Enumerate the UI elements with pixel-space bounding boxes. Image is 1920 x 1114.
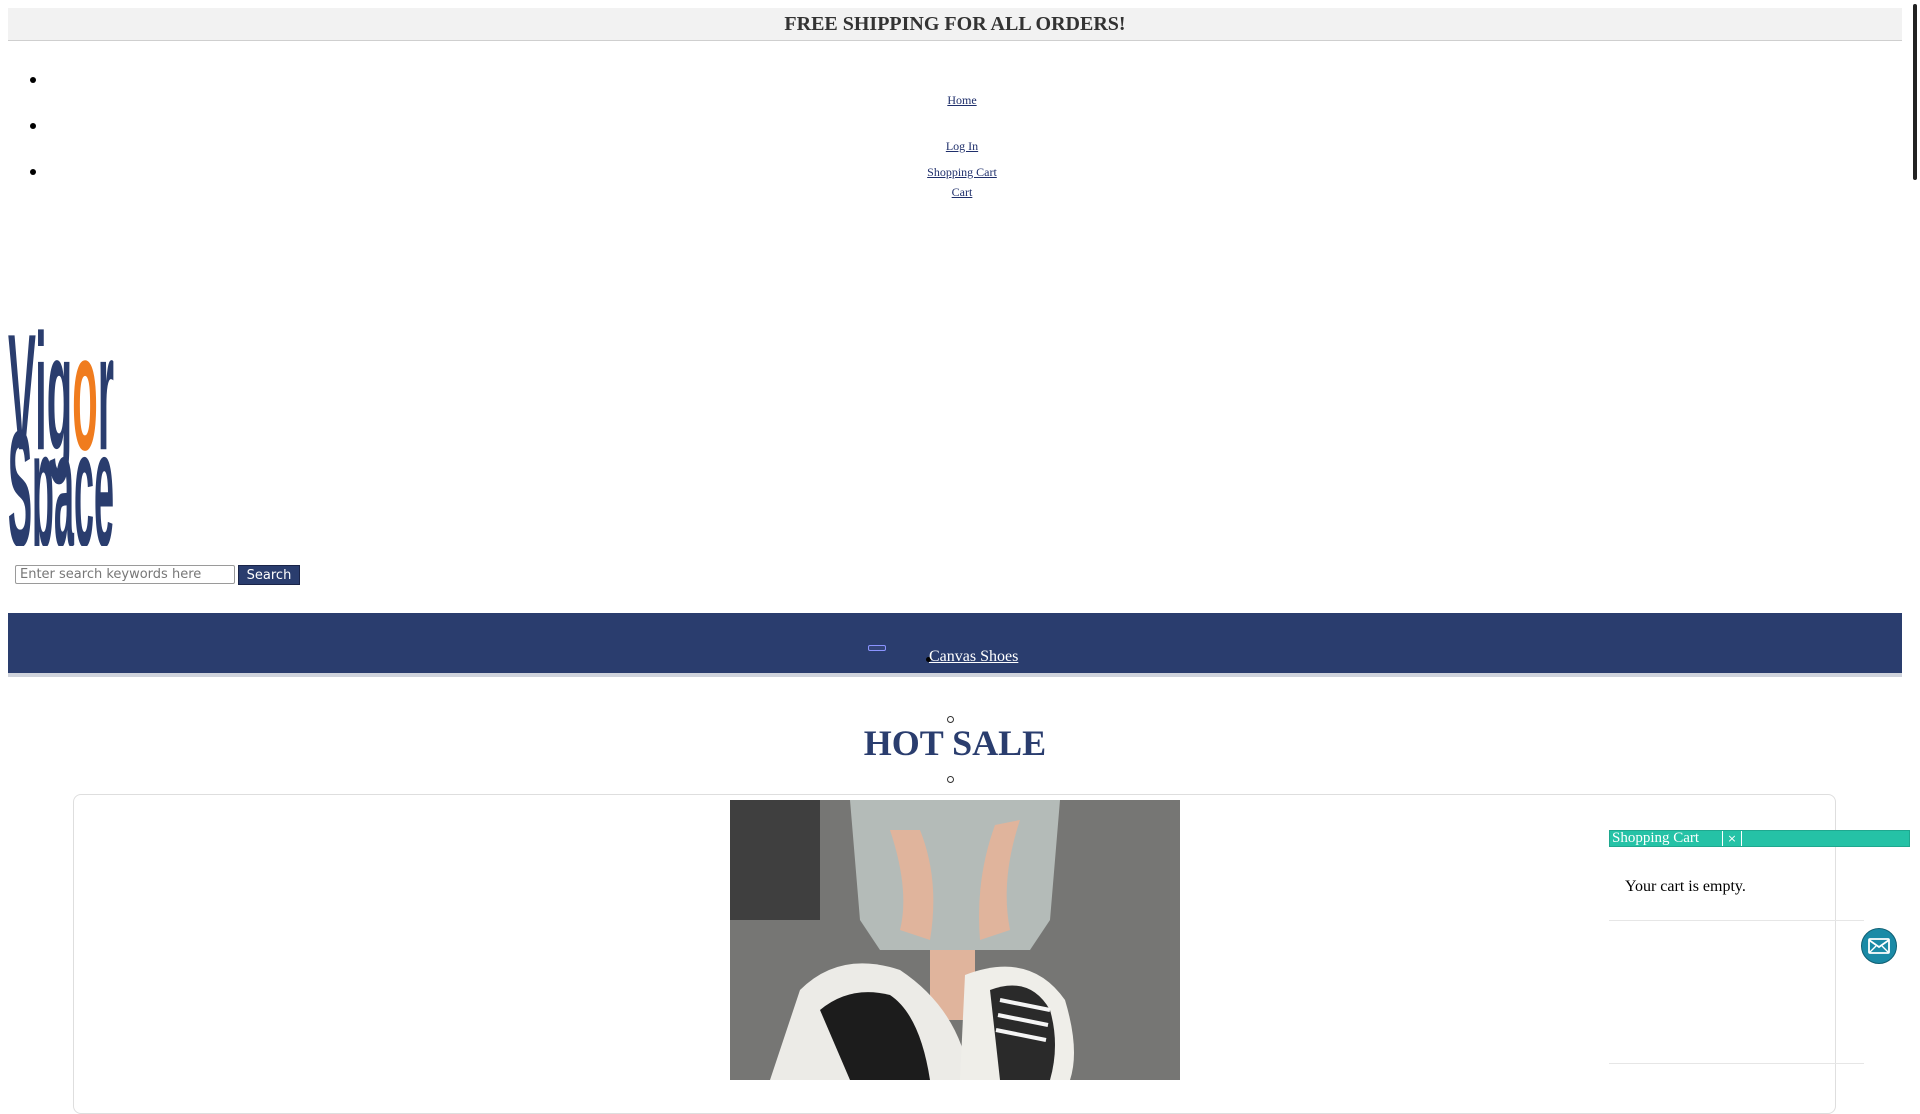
list-bullet [947, 776, 954, 783]
divider [1609, 920, 1864, 921]
category-nav-bar [8, 613, 1902, 677]
contact-button[interactable] [1861, 928, 1897, 964]
nav-item-canvas-shoes[interactable]: Canvas Shoes [929, 648, 1018, 666]
logo-line-2: Space [8, 396, 114, 546]
hot-sale-title: HOT SALE [863, 723, 1047, 763]
menu-toggle-button[interactable] [868, 645, 886, 651]
cart-panel-header: Shopping Cart × [1609, 830, 1910, 847]
product-image[interactable] [730, 800, 1180, 1080]
announcement-bar: FREE SHIPPING FOR ALL ORDERS! [8, 8, 1902, 41]
divider [1609, 1063, 1864, 1064]
cart-empty-message: Your cart is empty. [1625, 878, 1746, 895]
site-logo[interactable]: Vigor Space [8, 223, 118, 581]
list-bullet [30, 123, 36, 129]
search-input[interactable] [15, 565, 235, 584]
close-icon[interactable]: × [1723, 831, 1742, 846]
nav-link-home[interactable]: Home [0, 93, 1920, 108]
announcement-text: FREE SHIPPING FOR ALL ORDERS! [784, 12, 1126, 35]
search-button[interactable]: Search [238, 565, 300, 585]
nav-link-login[interactable]: Log In [0, 139, 1920, 154]
nav-link-shopping-cart[interactable]: Shopping Cart [0, 165, 1920, 180]
cart-panel-border [1835, 830, 1836, 1080]
nav-link-cart[interactable]: Cart [0, 185, 1920, 200]
cart-panel-title: Shopping Cart [1610, 830, 1723, 846]
list-bullet [30, 77, 36, 83]
scrollbar-thumb[interactable] [1913, 4, 1917, 180]
envelope-icon [1868, 938, 1890, 954]
